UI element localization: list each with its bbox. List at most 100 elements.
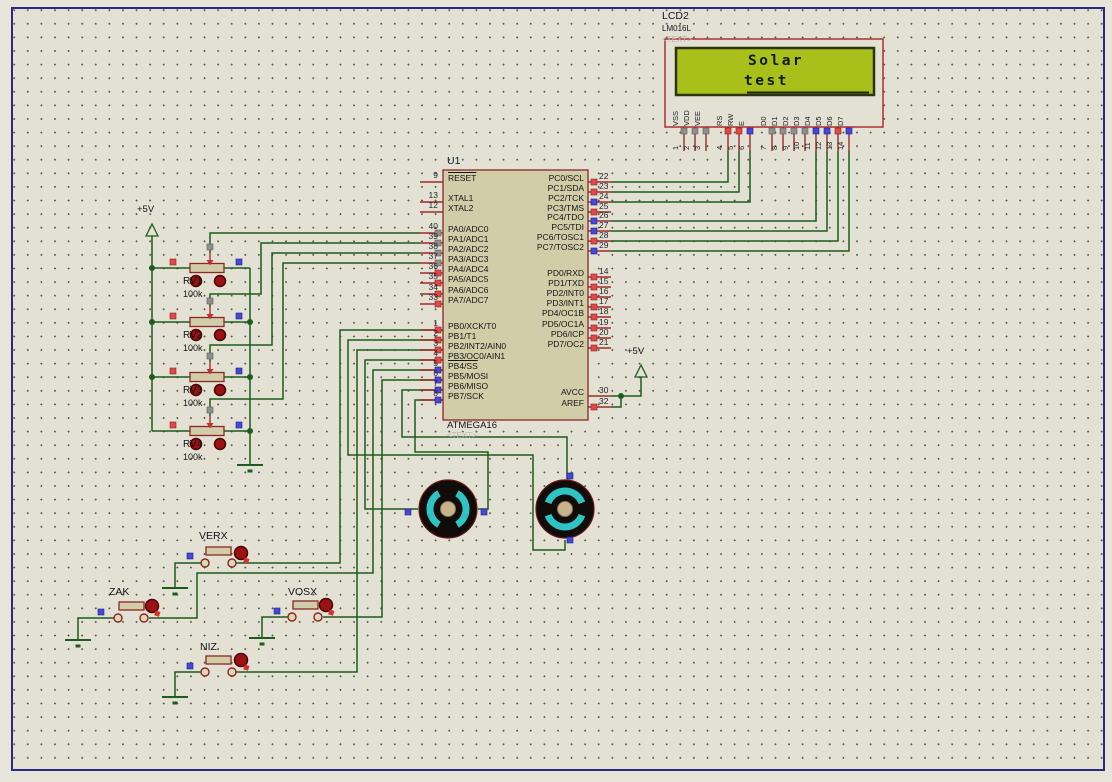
lcd-pin-number: 13	[825, 142, 834, 150]
pin-number: 35	[404, 272, 438, 281]
pin-number: 6	[404, 369, 438, 378]
lcd-pin-label: VEE	[693, 111, 702, 126]
lcd-pin-label: D3	[792, 116, 801, 126]
button-actuator[interactable]	[235, 547, 248, 560]
lcd-pin-number: 1	[671, 146, 680, 150]
pin-number: 1	[404, 319, 438, 328]
pin-name: PD2/INT0	[464, 289, 584, 298]
pin-number: 15	[599, 277, 608, 286]
pin-number: 14	[599, 267, 608, 276]
pin-number: 9	[404, 171, 438, 180]
pin-number: 21	[599, 338, 608, 347]
power-label: +5V	[627, 347, 644, 357]
pot-rv4[interactable]	[170, 407, 242, 450]
pin-number: 5	[404, 359, 438, 368]
lcd-pin-label: D4	[803, 116, 812, 126]
pin-name: PC0/SCL	[464, 174, 584, 183]
button-actuator[interactable]	[235, 654, 248, 667]
pot-adjust-up[interactable]	[215, 276, 226, 287]
wire-zak-gnd	[78, 618, 114, 640]
lcd-display-line2: test	[744, 74, 789, 90]
wire-pc1-rw	[611, 151, 739, 192]
button-verx[interactable]	[187, 547, 249, 568]
lcd-pin-number: 12	[814, 142, 823, 150]
pin-name: PD3/INT1	[464, 299, 584, 308]
lcd-pin-label: D6	[825, 116, 834, 126]
pot-value: 100k	[183, 399, 203, 409]
ground-symbol	[65, 465, 275, 703]
wire-pc0-rs	[611, 151, 728, 182]
button-actuator[interactable]	[320, 599, 333, 612]
pin-name: PC6/TOSC1	[464, 233, 584, 242]
lcd-pin-label: D0	[759, 116, 768, 126]
pin-name: AREF	[464, 399, 584, 408]
pin-number: 2	[404, 329, 438, 338]
pin-number: 39	[404, 232, 438, 241]
lcd-pin-number: 10	[792, 142, 801, 150]
pin-number: 38	[404, 242, 438, 251]
pin-name: PA3/ADC3	[448, 255, 488, 264]
lcd-pin-number: 8	[770, 146, 779, 150]
pot-ref: RV2	[183, 330, 202, 341]
pin-number: 13	[404, 191, 438, 200]
pot-ref: RV3	[183, 385, 202, 396]
pin-number: 17	[599, 297, 608, 306]
lcd-display-line1: Solar	[748, 54, 804, 70]
pot-adjust-up[interactable]	[215, 439, 226, 450]
pin-number: 34	[404, 283, 438, 292]
lcd-pin-label: E	[737, 121, 746, 126]
pin-name: PD1/TXD	[464, 279, 584, 288]
pin-number: 23	[599, 182, 608, 191]
pin-name: PC5/TDI	[464, 223, 584, 232]
wire-pc5-d5	[611, 151, 827, 231]
pin-number: 28	[599, 231, 608, 240]
pin-name: PB4/SS	[448, 362, 478, 371]
pin-name: PD0/RXD	[464, 269, 584, 278]
pin-name: PC4/TDO	[464, 213, 584, 222]
pin-number: 12	[404, 201, 438, 210]
pin-name: PC2/TCK	[464, 194, 584, 203]
lcd-pin-number: 2	[682, 146, 691, 150]
lcd-pin-label: RW	[726, 114, 735, 126]
wire-rv3-pa2	[210, 253, 420, 362]
pin-number: 20	[599, 328, 608, 337]
pot-ref: RV1	[183, 276, 202, 287]
pin-name: PC1/SDA	[464, 184, 584, 193]
pin-number: 30	[599, 386, 608, 395]
pin-number: 22	[599, 172, 608, 181]
lcd-pin-label: D1	[770, 116, 779, 126]
lcd-pin-label: VDD	[682, 110, 691, 126]
wire-pc2-e	[611, 151, 750, 202]
lcd-pin-label: D7	[836, 116, 845, 126]
pot-rv2[interactable]	[170, 298, 242, 341]
lcd-pin-number: 3	[693, 146, 702, 150]
lcd-pin-number: 11	[803, 142, 812, 150]
pin-name: AVCC	[464, 388, 584, 397]
lcd-placeholder: <TEXT>	[662, 36, 692, 45]
pot-adjust-up[interactable]	[215, 385, 226, 396]
button-label: VOSX	[288, 587, 317, 599]
lcd-pin-label: D5	[814, 116, 823, 126]
lcd-part: LM016L	[662, 25, 691, 34]
pot-rv1[interactable]	[170, 244, 242, 287]
pin-name: PD5/OC1A	[464, 320, 584, 329]
pin-name: PD4/OC1B	[464, 309, 584, 318]
mcu-part: ATMEGA16	[447, 421, 497, 431]
pin-number: 40	[404, 222, 438, 231]
pin-name: PB3/OC0/AIN1	[448, 352, 505, 361]
lcd-pin-label: VSS	[671, 111, 680, 126]
lcd-pin-label: D2	[781, 116, 790, 126]
button-label: NIZ	[200, 642, 217, 654]
pin-number: 32	[599, 397, 608, 406]
pot-value: 100k	[183, 290, 203, 300]
pin-name: PB5/MOSI	[448, 372, 488, 381]
pot-value: 100k	[183, 453, 203, 463]
motor-right[interactable]	[536, 473, 594, 543]
pin-number: 4	[404, 349, 438, 358]
mcu-ref: U1	[447, 156, 460, 168]
pot-rv3[interactable]	[170, 353, 242, 396]
mcu-placeholder: <TEXT>	[447, 432, 477, 441]
pot-adjust-up[interactable]	[215, 330, 226, 341]
pin-number: 18	[599, 307, 608, 316]
button-actuator[interactable]	[146, 600, 159, 613]
